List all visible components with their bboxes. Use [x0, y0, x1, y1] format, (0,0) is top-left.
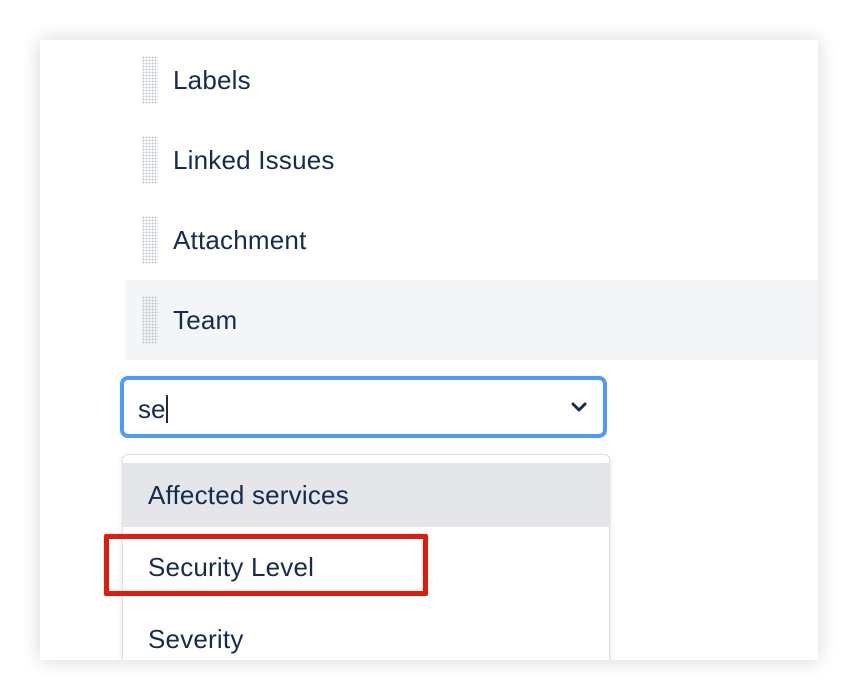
- drag-handle-icon[interactable]: [142, 296, 158, 344]
- field-item-labels[interactable]: Labels: [125, 40, 818, 120]
- chevron-down-icon[interactable]: [567, 395, 591, 419]
- field-search-select[interactable]: se: [120, 376, 607, 438]
- field-item-linked-issues[interactable]: Linked Issues: [125, 120, 818, 200]
- field-label: Team: [173, 304, 238, 335]
- field-label: Labels: [173, 64, 251, 95]
- field-label: Attachment: [173, 224, 307, 255]
- search-input-value: se: [138, 394, 166, 424]
- option-severity[interactable]: Severity: [123, 607, 609, 660]
- option-affected-services[interactable]: Affected services: [123, 463, 609, 527]
- field-search-input[interactable]: se: [138, 392, 538, 426]
- text-cursor: [166, 395, 169, 423]
- drag-handle-icon[interactable]: [142, 216, 158, 264]
- field-item-attachment[interactable]: Attachment: [125, 200, 818, 280]
- option-label: Severity: [148, 623, 244, 654]
- annotation-highlight-box: [104, 534, 428, 596]
- drag-handle-icon[interactable]: [142, 56, 158, 104]
- option-label: Affected services: [148, 479, 349, 510]
- screenshot-canvas: Labels Linked Issues Attachment Team se …: [0, 0, 858, 700]
- drag-handle-icon[interactable]: [142, 136, 158, 184]
- field-label: Linked Issues: [173, 144, 335, 175]
- field-item-team[interactable]: Team: [125, 280, 818, 360]
